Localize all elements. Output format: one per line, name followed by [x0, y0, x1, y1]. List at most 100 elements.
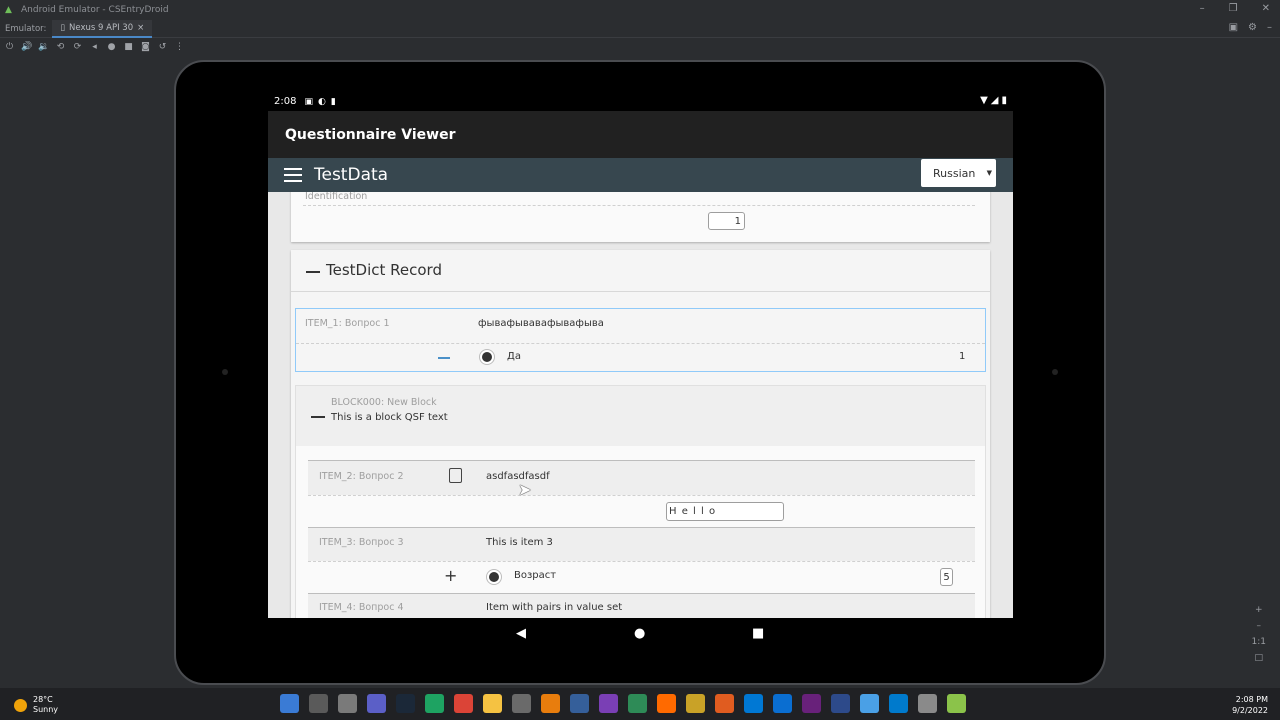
taskbar-app-icon[interactable] [396, 694, 415, 713]
item4-text: Item with pairs in value set [486, 602, 623, 613]
note-icon[interactable] [449, 468, 462, 483]
window-controls: – ❐ ✕ [1200, 3, 1270, 14]
zoom-out-icon[interactable]: – [1257, 621, 1262, 631]
rotate-right-icon[interactable]: ⟳ [72, 42, 83, 52]
volume-up-icon[interactable]: 🔊 [21, 42, 32, 52]
questionnaire-header: TestData Russian ▼ [268, 158, 1013, 192]
restore-icon[interactable]: ❐ [1229, 3, 1238, 14]
weather-condition: Sunny [33, 705, 59, 714]
taskbar-app-icon[interactable] [483, 694, 502, 713]
item3-field[interactable]: ITEM_3: Вопрос 3 This is item 3 + Возрас… [308, 527, 975, 593]
rotate-left-icon[interactable]: ⟲ [55, 42, 66, 52]
identification-field[interactable]: 1 [708, 212, 745, 230]
nav-recents-icon[interactable]: ■ [752, 626, 764, 641]
taskbar-app-icon[interactable] [657, 694, 676, 713]
item3-header [308, 528, 975, 561]
item3-option: Возраст [514, 570, 557, 581]
status-time: 2:08 [274, 96, 297, 107]
weather-widget[interactable]: 28°C Sunny [14, 695, 58, 715]
taskbar-app-icon[interactable] [425, 694, 444, 713]
menu-icon[interactable] [284, 168, 302, 182]
gear-icon[interactable]: ⚙ [1248, 22, 1257, 33]
home-icon[interactable]: ● [106, 42, 117, 52]
more-icon[interactable]: ⋮ [174, 42, 185, 52]
taskbar-app-icon[interactable] [570, 694, 589, 713]
android-navbar: ◀ ● ■ [268, 618, 1013, 651]
taskbar-app-icon[interactable] [773, 694, 792, 713]
divider [303, 205, 975, 206]
identification-label: Identification [305, 192, 368, 202]
taskbar-app-icon[interactable] [338, 694, 357, 713]
windows-taskbar: 28°C Sunny 2:08 PM 9/2/2022 [0, 688, 1280, 720]
hide-icon[interactable]: – [1267, 22, 1272, 33]
language-value: Russian [933, 166, 976, 180]
block-collapse-icon[interactable] [311, 416, 325, 418]
volume-down-icon[interactable]: 🔉 [38, 42, 49, 52]
item3-input[interactable]: 5 [940, 568, 953, 586]
taskbar-app-icon[interactable] [744, 694, 763, 713]
taskbar-app-icon[interactable] [860, 694, 879, 713]
taskbar-app-icon[interactable] [918, 694, 937, 713]
tab-nexus9[interactable]: ▯ Nexus 9 API 30 × [52, 19, 153, 38]
item4-field[interactable]: ITEM_4: Вопрос 4 Item with pairs in valu… [308, 593, 975, 618]
taskbar-app-icon[interactable] [541, 694, 560, 713]
overview-icon[interactable]: ■ [123, 42, 134, 52]
taskbar-clock[interactable]: 2:08 PM 9/2/2022 [1232, 694, 1268, 716]
taskbar-app-icon[interactable] [309, 694, 328, 713]
item2-field[interactable]: ITEM_2: Вопрос 2 asdfasdfasdf H e l l o [308, 460, 975, 528]
taskbar-app-icon[interactable] [628, 694, 647, 713]
nav-home-icon[interactable]: ● [634, 626, 645, 641]
taskbar-app-icon[interactable] [599, 694, 618, 713]
taskbar-app-icon[interactable] [454, 694, 473, 713]
item1-label: ITEM_1: Вопрос 1 [305, 318, 390, 329]
taskbar-app-icon[interactable] [947, 694, 966, 713]
minus-icon[interactable] [438, 357, 450, 359]
record-title: TestDict Record [326, 261, 442, 279]
layout-icon[interactable]: ▣ [1229, 22, 1238, 33]
back-icon[interactable]: ◂ [89, 42, 100, 52]
taskbar-app-icon[interactable] [512, 694, 531, 713]
fit-screen-icon[interactable]: □ [1255, 653, 1264, 663]
taskbar-app-icon[interactable] [367, 694, 386, 713]
emulator-side-icons: + – 1:1 □ [1252, 605, 1266, 663]
form-content[interactable]: Identification 1 TestDict Record ITEM_1:… [268, 192, 1013, 618]
tabbar-right-icons: ▣ ⚙ – [1229, 22, 1272, 33]
item2-input[interactable]: H e l l o [666, 502, 784, 521]
tab-close-icon[interactable]: × [137, 23, 144, 33]
signal-icon: ◢ [990, 95, 999, 106]
block-header: BLOCK000: New Block This is a block QSF … [296, 386, 985, 446]
taskbar-app-icon[interactable] [686, 694, 705, 713]
camera-icon[interactable]: ◙ [140, 42, 151, 52]
minimize-icon[interactable]: – [1200, 3, 1205, 14]
nav-back-icon[interactable]: ◀ [516, 626, 526, 641]
identification-card: Identification 1 [291, 192, 990, 242]
camera-dot [222, 369, 228, 375]
window-titlebar: ▲ Android Emulator - CSEntryDroid – ❐ ✕ [0, 0, 1280, 20]
plus-icon[interactable]: + [444, 566, 457, 585]
item1-radio[interactable] [479, 349, 495, 365]
actual-size-icon[interactable]: 1:1 [1252, 637, 1266, 647]
item3-radio[interactable] [486, 569, 502, 585]
emulator-label: Emulator: [5, 23, 47, 34]
divider [291, 291, 990, 292]
device-screen: 2:08 ▣ ◐ ▮ ▼ ◢ ▮ Questionnaire Viewer Te… [268, 92, 1013, 618]
close-icon[interactable]: ✕ [1262, 3, 1270, 14]
taskbar-app-icon[interactable] [715, 694, 734, 713]
mouse-cursor-icon: ➤ [518, 480, 532, 499]
taskbar-app-icon[interactable] [889, 694, 908, 713]
power-icon[interactable]: ⏻ [4, 42, 15, 52]
zoom-in-icon[interactable]: + [1255, 605, 1263, 615]
system-icons: ▼ ◢ ▮ [980, 95, 1007, 106]
questionnaire-title: TestData [314, 165, 389, 185]
taskbar-app-icon[interactable] [280, 694, 299, 713]
divider [308, 561, 975, 562]
taskbar-app-icon[interactable] [802, 694, 821, 713]
item2-value: H e l l o [669, 506, 717, 517]
collapse-icon[interactable] [306, 271, 320, 273]
android-statusbar: 2:08 ▣ ◐ ▮ ▼ ◢ ▮ [268, 92, 1013, 111]
language-select[interactable]: Russian ▼ [921, 159, 996, 187]
rewind-icon[interactable]: ↺ [157, 42, 168, 52]
taskbar-app-icon[interactable] [831, 694, 850, 713]
phone-icon: ▯ [60, 22, 66, 33]
item1-field[interactable]: ITEM_1: Вопрос 1 фывафывавафывафыва Да 1 [295, 308, 986, 372]
